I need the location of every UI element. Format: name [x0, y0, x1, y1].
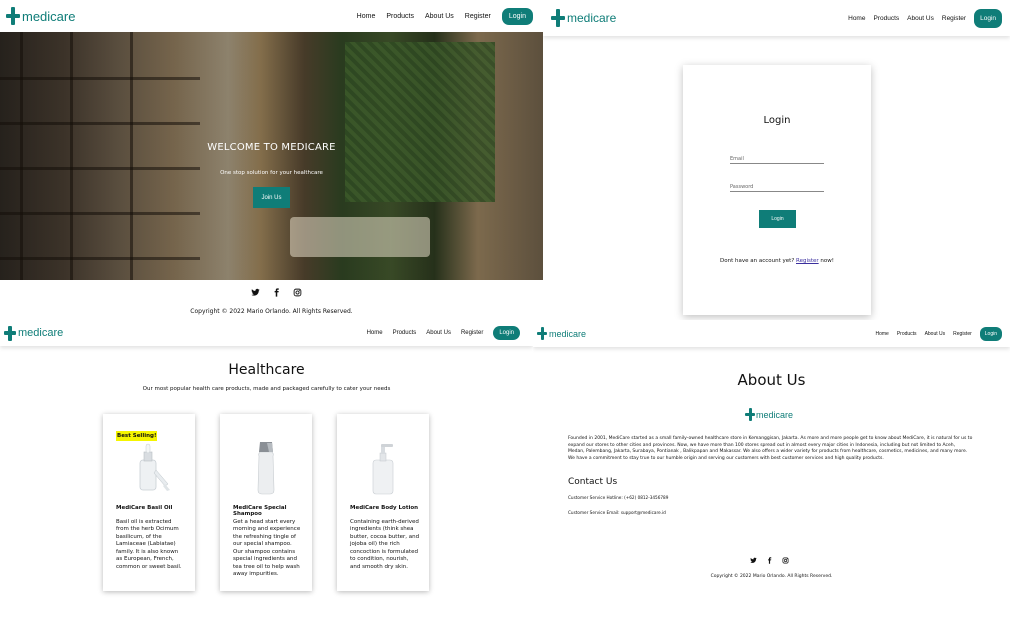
nav-products-link[interactable]: Products [386, 13, 414, 20]
products-title: Healthcare [228, 362, 305, 378]
hero-green-wall [345, 42, 495, 202]
login-title: Login [763, 115, 791, 126]
join-us-button[interactable]: Join Us [253, 187, 290, 208]
instagram-icon[interactable] [782, 557, 789, 566]
product-name: MediCare Body Lotion [350, 505, 419, 511]
basil-oil-image [139, 443, 170, 491]
nav-register-link[interactable]: Register [953, 331, 972, 337]
copyright-text: Copyright © 2022 Mario Orlando. All Righ… [190, 308, 353, 315]
login-submit-button[interactable]: Login [759, 210, 796, 228]
nav-products-link[interactable]: Products [897, 331, 917, 337]
register-prompt: Dont have an account yet? Register now! [683, 258, 871, 264]
login-card: Login Email Password Login Dont have an … [683, 65, 871, 315]
product-description: Get a head start every morning and exper… [233, 519, 301, 577]
contact-hotline: Customer Service Hotline: (+62) 0812-345… [568, 495, 669, 500]
hero-banner: WELCOME TO MEDICARE One stop solution fo… [0, 32, 543, 280]
nav-links: Home Products About Us Register Login [875, 326, 1002, 341]
nav-login-button[interactable]: Login [979, 326, 1002, 341]
nav-register-link[interactable]: Register [465, 13, 491, 20]
brand-logo[interactable]: medicare [537, 327, 586, 340]
medical-cross-icon [6, 7, 20, 25]
nav-links: Home Products About Us Register Login [357, 7, 533, 25]
nav-login-button[interactable]: Login [493, 326, 520, 340]
medical-cross-icon [551, 9, 565, 27]
products-subtitle: Our most popular health care products, m… [142, 386, 391, 392]
brand-name: medicare [22, 8, 76, 24]
contact-email: Customer Service Email: support@medicare… [568, 510, 666, 515]
brand-name: medicare [549, 328, 587, 339]
medical-cross-icon [4, 325, 16, 341]
hero-counter [290, 217, 430, 257]
nav-home-link[interactable]: Home [848, 15, 865, 22]
nav-about-link[interactable]: About Us [425, 13, 454, 20]
about-page-screenshot: medicare Home Products About Us Register… [533, 320, 1010, 632]
nav-register-link[interactable]: Register [461, 330, 483, 336]
instagram-icon[interactable] [293, 288, 302, 300]
navbar: medicare Home Products About Us Register… [543, 0, 1010, 36]
register-prompt-prefix: Dont have an account yet? [720, 258, 795, 264]
product-name: MediCare Basil Oil [116, 505, 173, 511]
social-links [251, 288, 302, 300]
brand-name: medicare [756, 409, 794, 420]
brand-logo[interactable]: medicare [6, 7, 75, 25]
nav-home-link[interactable]: Home [875, 331, 888, 337]
about-description: Founded in 2001, MediCare started as a s… [568, 436, 973, 461]
product-card[interactable]: Best Selling! MediCare Basil Oil Basil o… [103, 414, 195, 591]
nav-links: Home Products About Us Register Login [367, 326, 520, 340]
products-page-screenshot: medicare Home Products About Us Register… [0, 320, 533, 632]
medical-cross-icon [537, 327, 547, 340]
facebook-icon[interactable] [272, 288, 281, 300]
medical-cross-icon [745, 408, 755, 421]
register-prompt-suffix: now! [820, 258, 834, 264]
brand-name: medicare [567, 11, 617, 25]
nav-register-link[interactable]: Register [942, 15, 966, 22]
product-name: MediCare Special Shampoo [233, 505, 287, 517]
twitter-icon[interactable] [750, 557, 757, 566]
login-page-screenshot: medicare Home Products About Us Register… [543, 0, 1010, 320]
navbar: medicare Home Products About Us Register… [0, 320, 533, 346]
home-page-screenshot: medicare Home Products About Us Register… [0, 0, 543, 320]
email-field[interactable]: Email [730, 156, 824, 164]
copyright-text: Copyright © 2022 Mario Orlando. All Righ… [710, 574, 833, 579]
nav-login-button[interactable]: Login [501, 7, 533, 25]
body-lotion-image [372, 444, 394, 495]
product-card[interactable]: MediCare Special Shampoo Get a head star… [220, 414, 312, 591]
nav-products-link[interactable]: Products [873, 15, 899, 22]
brand-logo[interactable]: medicare [4, 325, 64, 341]
facebook-icon[interactable] [766, 557, 773, 566]
nav-products-link[interactable]: Products [393, 330, 417, 336]
nav-about-link[interactable]: About Us [426, 330, 451, 336]
about-logo: medicare [745, 408, 793, 421]
register-link[interactable]: Register [796, 258, 819, 264]
nav-about-link[interactable]: About Us [907, 15, 934, 22]
navbar: medicare Home Products About Us Register… [533, 320, 1010, 347]
product-description: Containing earth-derived ingredients (th… [350, 519, 420, 570]
brand-name: medicare [18, 327, 64, 339]
product-card[interactable]: MediCare Body Lotion Containing earth-de… [337, 414, 429, 591]
nav-about-link[interactable]: About Us [925, 331, 946, 337]
nav-home-link[interactable]: Home [357, 13, 376, 20]
nav-home-link[interactable]: Home [367, 330, 383, 336]
navbar: medicare Home Products About Us Register… [0, 0, 543, 32]
twitter-icon[interactable] [251, 288, 260, 300]
brand-logo[interactable]: medicare [551, 9, 616, 27]
nav-links: Home Products About Us Register Login [848, 8, 1002, 28]
shampoo-image [257, 442, 275, 495]
social-links [750, 557, 789, 566]
hero-title: WELCOME TO MEDICARE [207, 142, 336, 153]
about-title: About Us [737, 371, 806, 389]
password-field[interactable]: Password [730, 184, 824, 192]
contact-title: Contact Us [568, 477, 618, 487]
nav-login-button[interactable]: Login [974, 8, 1002, 28]
hero-subtitle: One stop solution for your healthcare [220, 170, 323, 176]
product-description: Basil oil is extracted from the herb Oci… [116, 519, 182, 570]
